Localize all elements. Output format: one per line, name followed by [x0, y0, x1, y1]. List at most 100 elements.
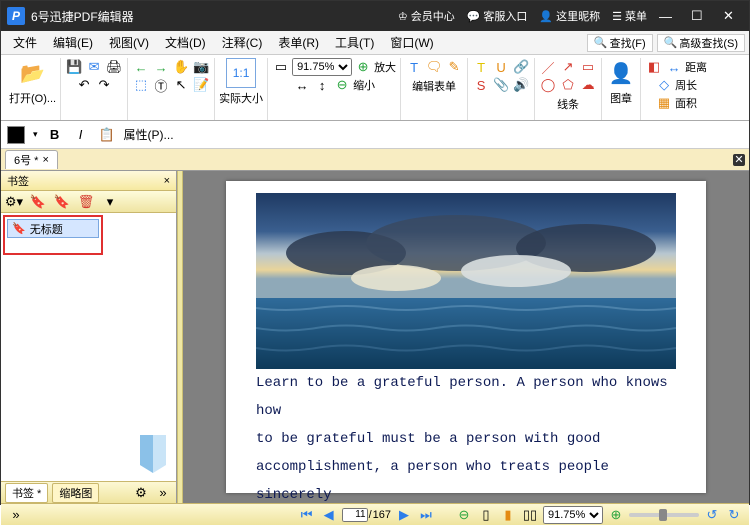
fit-page-icon[interactable]: ▭: [272, 58, 290, 76]
sound-icon[interactable]: 🔊: [512, 76, 530, 94]
bookmark-item[interactable]: 🔖: [7, 219, 99, 238]
undo-icon[interactable]: ↶: [75, 76, 93, 94]
mail-icon[interactable]: ✉: [85, 58, 103, 76]
advanced-find-button[interactable]: 🔍 高级查找(S): [657, 34, 745, 52]
app-menu-link[interactable]: ☰ 菜单: [612, 8, 647, 24]
text-box-icon[interactable]: T: [405, 58, 423, 76]
perimeter-icon[interactable]: ◇: [655, 76, 673, 94]
zoom-in-icon[interactable]: ⊕: [354, 58, 372, 76]
sidebar-close-icon[interactable]: ×: [164, 175, 170, 187]
actual-size-icon[interactable]: 1:1: [226, 58, 256, 88]
continuous-icon[interactable]: ▮: [499, 506, 517, 524]
area-icon[interactable]: ▦: [655, 94, 673, 112]
menu-document[interactable]: 文档(D): [157, 34, 214, 51]
underline-icon[interactable]: U: [492, 58, 510, 76]
menu-edit[interactable]: 编辑(E): [45, 34, 101, 51]
work-area: 书签× ⚙▾ 🔖 🔖 🗑 ▾ 🔖 书签 * 缩略图 ⚙ »: [1, 171, 749, 503]
bookmark-add2-icon[interactable]: 🔖: [53, 193, 71, 211]
snapshot-icon[interactable]: 📷: [192, 58, 210, 76]
sidebar-expand-icon[interactable]: »: [154, 484, 172, 502]
menu-view[interactable]: 视图(V): [101, 34, 157, 51]
app-logo: P: [7, 7, 25, 25]
redo-icon[interactable]: ↷: [95, 76, 113, 94]
zoom-select[interactable]: 91.75%: [292, 58, 352, 76]
page-canvas[interactable]: Learn to be a grateful person. A person …: [183, 171, 749, 503]
prev-icon[interactable]: ←: [132, 58, 150, 76]
first-page-icon[interactable]: ⏮: [298, 506, 316, 524]
tab-close-icon[interactable]: ×: [42, 154, 48, 166]
rect-shape-icon[interactable]: ▭: [579, 58, 597, 76]
line-shape-icon[interactable]: ／: [539, 58, 557, 76]
cloud-shape-icon[interactable]: ☁: [579, 76, 597, 94]
rotate-right-icon[interactable]: ↻: [725, 506, 743, 524]
pencil-icon[interactable]: ✎: [445, 58, 463, 76]
find-button[interactable]: 🔍 查找(F): [587, 34, 653, 52]
distance-icon[interactable]: ↔: [665, 58, 683, 76]
menu-file[interactable]: 文件: [5, 34, 45, 51]
fit-width-icon[interactable]: ↔: [293, 76, 311, 94]
properties-icon[interactable]: 📋: [98, 126, 116, 144]
print-icon[interactable]: 🖨: [105, 58, 123, 76]
highlight-icon[interactable]: T: [472, 58, 490, 76]
attach-icon[interactable]: 📎: [492, 76, 510, 94]
cursor-icon[interactable]: ↖: [172, 76, 190, 94]
doc-line-3: accomplishment, a person who treats peop…: [256, 453, 676, 503]
next-icon[interactable]: →: [152, 58, 170, 76]
zoom-out-icon[interactable]: ⊖: [333, 76, 351, 94]
last-page-icon[interactable]: ⏭: [417, 506, 435, 524]
doc-tab[interactable]: 6号 * ×: [5, 150, 58, 169]
page-number: / 167: [342, 508, 391, 522]
bookmark-name-input[interactable]: [30, 223, 86, 235]
menu-comment[interactable]: 注释(C): [214, 34, 271, 51]
polygon-shape-icon[interactable]: ⬠: [559, 76, 577, 94]
tabs-close-button[interactable]: ✕: [733, 154, 745, 166]
sidebar-tab-thumbnail[interactable]: 缩略图: [52, 483, 99, 503]
zoom-out-status-icon[interactable]: ⊖: [455, 506, 473, 524]
eraser-icon[interactable]: ◧: [645, 58, 663, 76]
sidebar-settings-icon[interactable]: ⚙: [132, 484, 150, 502]
bookmark-more-icon[interactable]: ▾: [101, 193, 119, 211]
close-button[interactable]: ✕: [723, 8, 743, 24]
menu-tools[interactable]: 工具(T): [327, 34, 382, 51]
document-tabs: 6号 * × ✕: [1, 149, 749, 171]
stamp-icon[interactable]: 👤: [606, 58, 636, 88]
sidebar-tab-bookmark[interactable]: 书签 *: [5, 483, 48, 503]
maximize-button[interactable]: ☐: [691, 8, 711, 24]
italic-button[interactable]: I: [72, 126, 90, 144]
select-icon[interactable]: ⬚: [132, 76, 150, 94]
bookmark-options-icon[interactable]: ⚙▾: [5, 193, 23, 211]
fit-height-icon[interactable]: ↕: [313, 76, 331, 94]
bookmark-del-icon[interactable]: 🗑: [77, 193, 95, 211]
single-page-icon[interactable]: ▯: [477, 506, 495, 524]
rotate-left-icon[interactable]: ↺: [703, 506, 721, 524]
minimize-button[interactable]: —: [659, 9, 679, 24]
oval-shape-icon[interactable]: ◯: [539, 76, 557, 94]
next-page-icon[interactable]: ▶: [395, 506, 413, 524]
status-zoom-select[interactable]: 91.75%: [543, 506, 603, 524]
color-swatch[interactable]: [7, 126, 25, 144]
zoom-slider[interactable]: [629, 513, 699, 517]
bookmark-add-icon[interactable]: 🔖: [29, 193, 47, 211]
properties-label[interactable]: 属性(P)...: [124, 126, 174, 143]
save-icon[interactable]: 💾: [65, 58, 83, 76]
status-options-icon[interactable]: »: [7, 506, 25, 524]
member-center-link[interactable]: ♔ 会员中心: [398, 8, 455, 24]
open-icon[interactable]: 📂: [18, 58, 48, 88]
support-link[interactable]: 💬 客服入口: [467, 8, 528, 24]
menu-window[interactable]: 窗口(W): [382, 34, 441, 51]
edit-form-label[interactable]: 编辑表单: [412, 78, 456, 94]
two-page-icon[interactable]: ▯▯: [521, 506, 539, 524]
link-icon[interactable]: 🔗: [512, 58, 530, 76]
edit-text-icon[interactable]: 📝: [192, 76, 210, 94]
arrow-shape-icon[interactable]: ↗: [559, 58, 577, 76]
page-input[interactable]: [342, 508, 368, 522]
strikeout-icon[interactable]: S: [472, 76, 490, 94]
nickname-link[interactable]: 👤 这里昵称: [539, 8, 600, 24]
menu-form[interactable]: 表单(R): [270, 34, 327, 51]
prev-page-icon[interactable]: ◀: [320, 506, 338, 524]
hand-icon[interactable]: ✋: [172, 58, 190, 76]
bold-button[interactable]: B: [46, 126, 64, 144]
text-select-icon[interactable]: Ⓣ: [152, 76, 170, 94]
note-icon[interactable]: 🗨: [425, 58, 443, 76]
zoom-in-status-icon[interactable]: ⊕: [607, 506, 625, 524]
